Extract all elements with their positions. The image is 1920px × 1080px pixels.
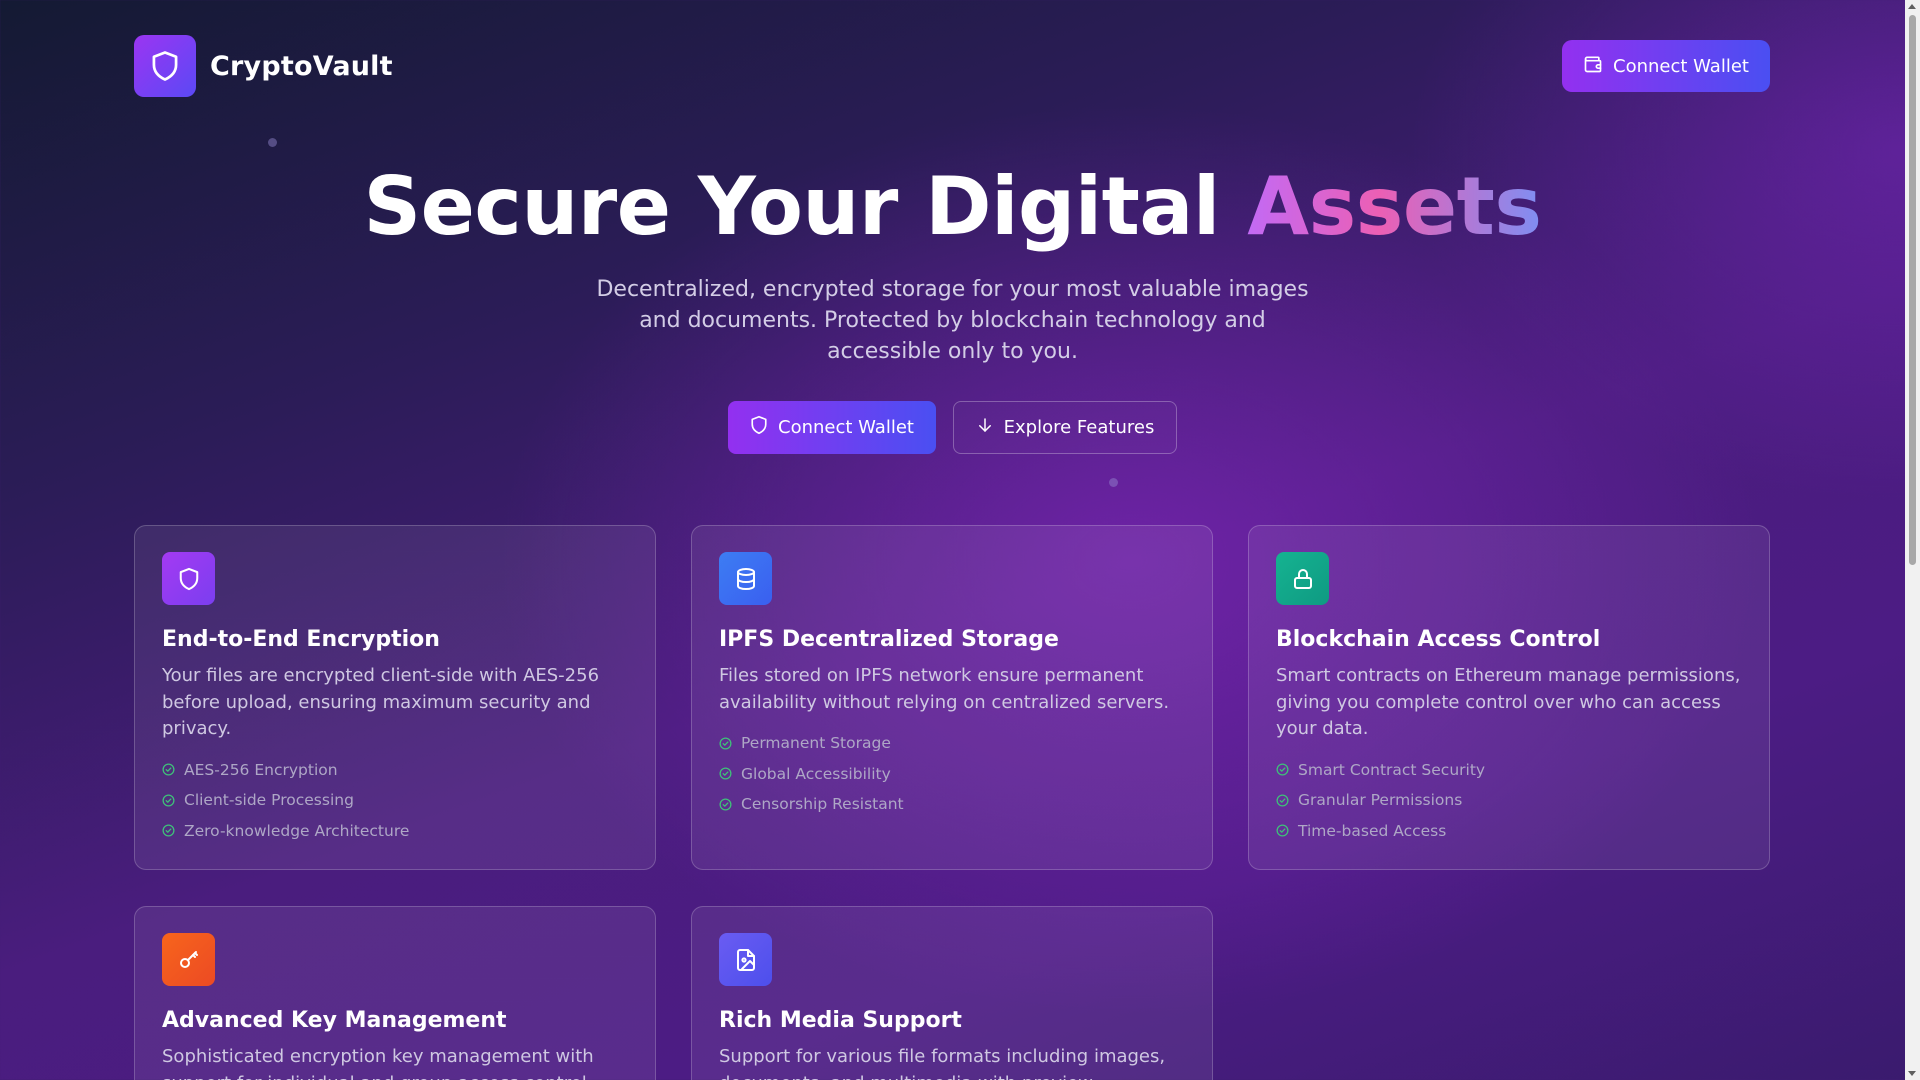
feature-card-encryption: End-to-End Encryption Your files are enc… <box>134 525 656 870</box>
shield-icon <box>162 552 215 605</box>
feature-label: Smart Contract Security <box>1298 760 1486 779</box>
feature-item: Censorship Resistant <box>719 789 1185 820</box>
feature-label: Client-side Processing <box>184 791 354 810</box>
card-description: Smart contracts on Ethereum manage permi… <box>1276 665 1741 739</box>
check-circle-icon <box>162 763 175 776</box>
card-description: Files stored on IPFS network ensure perm… <box>719 665 1170 713</box>
brand[interactable]: CryptoVault <box>134 35 393 97</box>
card-title: End-to-End Encryption <box>162 627 440 652</box>
feature-label: Zero-knowledge Architecture <box>184 821 410 840</box>
landing-page: CryptoVault Connect Wallet Secure Your D… <box>0 0 1905 1080</box>
hero-subtitle: Decentralized, encrypted storage for you… <box>596 277 1309 364</box>
feature-list: AES-256 Encryption Client-side Processin… <box>162 755 628 847</box>
feature-list: Smart Contract Security Granular Permiss… <box>1276 755 1742 847</box>
hero-title-accent: Assets <box>1247 160 1542 253</box>
explore-features-label: Explore Features <box>1003 417 1155 438</box>
feature-label: Granular Permissions <box>1298 791 1463 810</box>
card-title: IPFS Decentralized Storage <box>719 627 1059 652</box>
check-circle-icon <box>1276 794 1289 807</box>
scroll-up-icon[interactable] <box>1908 4 1916 9</box>
shield-icon <box>750 415 768 440</box>
explore-features-button[interactable]: Explore Features <box>953 401 1177 454</box>
feature-item: Permanent Storage <box>719 728 1185 759</box>
scroll-down-icon[interactable] <box>1908 1071 1916 1076</box>
feature-label: AES-256 Encryption <box>184 760 338 779</box>
brand-name: CryptoVault <box>210 50 393 82</box>
check-circle-icon <box>1276 824 1289 837</box>
feature-label: Global Accessibility <box>741 764 891 783</box>
decor-dot <box>268 138 277 147</box>
arrow-down-icon <box>976 415 994 440</box>
feature-list: Permanent Storage Global Accessibility C… <box>719 728 1185 820</box>
vertical-scrollbar[interactable] <box>1905 0 1920 1080</box>
database-icon <box>719 552 772 605</box>
feature-item: AES-256 Encryption <box>162 755 628 786</box>
feature-label: Time-based Access <box>1298 821 1447 840</box>
feature-card-key-management: Advanced Key Management Sophisticated en… <box>134 906 656 1080</box>
hero-actions: Connect Wallet Explore Features <box>728 401 1177 454</box>
scrollbar-thumb[interactable] <box>1909 15 1916 565</box>
feature-item: Time-based Access <box>1276 816 1742 847</box>
feature-card-ipfs: IPFS Decentralized Storage Files stored … <box>691 525 1213 870</box>
card-description: Support for various file formats includi… <box>719 1046 1166 1080</box>
feature-label: Permanent Storage <box>741 734 891 753</box>
feature-item: Zero-knowledge Architecture <box>162 816 628 847</box>
check-circle-icon <box>719 798 732 811</box>
feature-item: Smart Contract Security <box>1276 755 1742 786</box>
lock-icon <box>1276 552 1329 605</box>
decor-dot <box>1109 478 1118 487</box>
connect-wallet-button[interactable]: Connect Wallet <box>1562 40 1770 92</box>
shield-icon <box>134 35 196 97</box>
card-title: Advanced Key Management <box>162 1008 507 1033</box>
check-circle-icon <box>162 824 175 837</box>
feature-item: Granular Permissions <box>1276 785 1742 816</box>
connect-wallet-label: Connect Wallet <box>1613 55 1749 77</box>
check-circle-icon <box>719 767 732 780</box>
hero-title: Secure Your Digital Assets <box>0 160 1905 253</box>
check-circle-icon <box>1276 763 1289 776</box>
wallet-icon <box>1583 54 1603 79</box>
feature-card-access-control: Blockchain Access Control Smart contract… <box>1248 525 1770 870</box>
hero-connect-wallet-label: Connect Wallet <box>778 417 914 438</box>
feature-item: Client-side Processing <box>162 785 628 816</box>
hero-title-main: Secure Your Digital <box>363 160 1248 253</box>
hero-connect-wallet-button[interactable]: Connect Wallet <box>728 401 936 454</box>
card-title: Rich Media Support <box>719 1008 962 1033</box>
check-circle-icon <box>162 794 175 807</box>
card-title: Blockchain Access Control <box>1276 627 1601 652</box>
card-description: Your files are encrypted client-side wit… <box>162 665 600 739</box>
card-description: Sophisticated encryption key management … <box>162 1046 594 1080</box>
feature-item: Global Accessibility <box>719 759 1185 790</box>
feature-card-rich-media: Rich Media Support Support for various f… <box>691 906 1213 1080</box>
check-circle-icon <box>719 737 732 750</box>
key-icon <box>162 933 215 986</box>
feature-label: Censorship Resistant <box>741 795 904 814</box>
image-file-icon <box>719 933 772 986</box>
